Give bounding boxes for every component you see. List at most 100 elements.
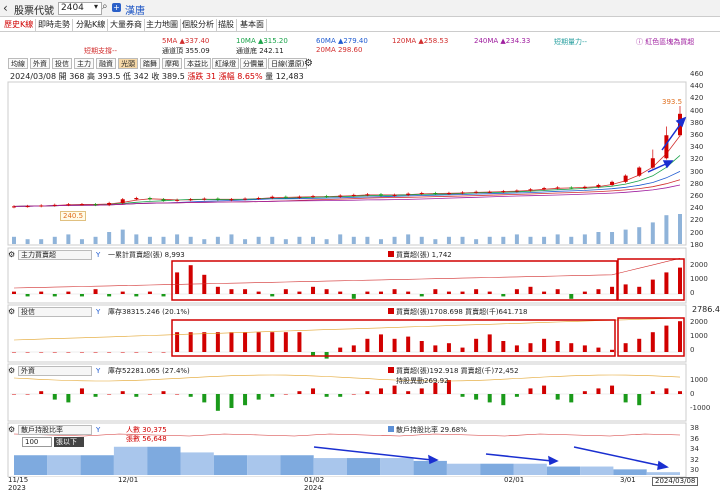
trust-bar — [52, 352, 57, 353]
main-force-bar — [351, 294, 356, 299]
foreign-bar — [637, 394, 642, 406]
price-layer — [12, 105, 682, 209]
main-force-bar — [120, 291, 125, 294]
filter-y-icon[interactable]: Y — [96, 425, 100, 435]
holders-people-line — [13, 433, 681, 437]
price-axis-tick: 360 — [690, 131, 704, 139]
candle-body — [378, 194, 383, 196]
foreign-bar — [650, 391, 655, 394]
holders-ratio-bar — [446, 463, 481, 475]
volume-bar — [243, 239, 248, 244]
trust-daily-text: 買賣超(張)1708.698 買賣超(千)641.718 — [396, 308, 528, 316]
foreign-bar — [324, 394, 329, 397]
holders-ratio-bar — [646, 472, 680, 475]
holders-ratio-bar — [80, 455, 114, 475]
volume-layer — [12, 214, 682, 244]
main-force-bar — [270, 294, 275, 297]
volume-bar — [134, 234, 139, 244]
volume-bar — [678, 214, 682, 244]
foreign-bar — [460, 394, 465, 397]
volume-bar — [514, 234, 519, 244]
filter-y-icon[interactable]: Y — [96, 307, 100, 317]
holders-ratio-bar — [14, 455, 48, 475]
volume-bar — [202, 239, 207, 244]
foreign-bar — [501, 394, 506, 406]
main-force-bar — [107, 294, 112, 297]
candle-body — [93, 204, 98, 206]
main-force-cumulative: 一累計買賣超(張) 8,993 — [108, 251, 185, 259]
main-force-bar — [256, 291, 261, 294]
candle-body — [215, 198, 220, 200]
holders-ratio-bar — [580, 466, 614, 475]
gear-icon[interactable]: ⚙ — [8, 307, 15, 316]
main-force-bar — [378, 291, 383, 294]
price-axis-tick: 300 — [690, 167, 704, 176]
volume-bar — [215, 236, 220, 244]
volume-bar — [582, 234, 587, 244]
holders-ratio-bar — [613, 469, 647, 475]
foreign-bar — [134, 394, 139, 397]
gear-icon[interactable]: ⚙ — [8, 425, 15, 434]
filter-y-icon[interactable]: Y — [96, 250, 100, 260]
foreign-bar — [79, 388, 84, 394]
gear-icon[interactable]: ⚙ — [8, 366, 15, 375]
trust-select[interactable]: 投信 — [18, 307, 92, 317]
holders-filter-input[interactable]: 100 — [22, 437, 52, 447]
foreign-axis-tick: 1000 — [690, 376, 708, 384]
holders-filter-option[interactable]: 張以下 — [54, 437, 84, 447]
main-force-bar — [324, 289, 329, 294]
price-axis-tick: 400 — [690, 106, 704, 115]
candle-body — [229, 199, 234, 201]
foreign-bar — [175, 394, 180, 395]
volume-bar — [596, 232, 601, 244]
volume-bar — [406, 234, 411, 244]
main-force-bar — [215, 286, 220, 294]
candle-body — [501, 191, 506, 193]
trust-bar — [120, 352, 125, 353]
main-force-bar — [52, 294, 57, 297]
volume-bar — [610, 232, 615, 244]
candle-body — [202, 198, 207, 200]
candle-body — [107, 202, 112, 205]
holders-axis-tick: 38 — [690, 424, 699, 432]
foreign-bar — [392, 385, 397, 394]
candle-body — [79, 204, 84, 206]
main-force-bar — [134, 294, 139, 297]
holders-axis-tick: 34 — [690, 445, 699, 453]
volume-bar — [664, 215, 669, 244]
foreign-bar — [569, 394, 574, 403]
holders-ratio: 散戶持股比率 29.68% — [388, 425, 467, 435]
foreign-bar — [474, 394, 479, 400]
foreign-axis-tick: 0 — [690, 390, 695, 398]
candle-body — [406, 193, 411, 195]
holders-select[interactable]: 散戶持股比率 — [18, 425, 92, 435]
filter-y-icon[interactable]: Y — [96, 366, 100, 376]
gear-icon[interactable]: ⚙ — [8, 250, 15, 259]
price-axis-tick: 320 — [690, 155, 704, 164]
trust-bar — [378, 334, 383, 352]
foreign-bar — [120, 391, 125, 394]
arrow-3 — [313, 446, 433, 461]
candle-body — [474, 191, 479, 193]
main-force-bar — [188, 265, 193, 294]
volume-bar — [229, 234, 234, 244]
holders-axis-tick: 30 — [690, 466, 699, 474]
volume-bar — [107, 232, 112, 244]
arrow-4 — [485, 453, 553, 462]
trust-bar — [161, 352, 166, 353]
volume-bar — [12, 236, 16, 244]
main-force-bar — [446, 291, 451, 294]
trust-inventory-line — [13, 317, 681, 341]
foreign-select[interactable]: 外資 — [18, 366, 92, 376]
volume-bar — [501, 236, 506, 244]
volume-bar — [338, 234, 343, 244]
candle-body — [12, 206, 16, 208]
holders-lots: 張數 56,648 — [126, 435, 167, 443]
main-force-bar — [229, 289, 234, 294]
trust-bar — [528, 343, 533, 352]
trust-bar — [569, 343, 574, 352]
holders-axis-tick: 32 — [690, 455, 699, 464]
candle-body — [311, 196, 316, 198]
date-label: 01/02 — [304, 476, 325, 484]
main-force-select[interactable]: 主力買賣超 — [18, 250, 92, 260]
